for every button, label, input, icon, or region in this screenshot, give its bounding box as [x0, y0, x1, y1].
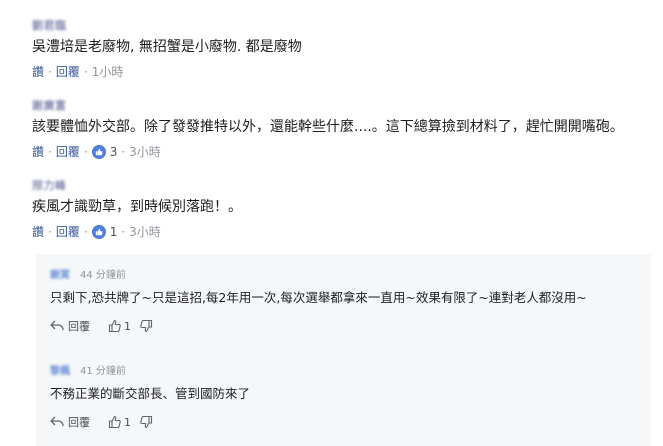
reply-author[interactable]: 謝寅 [50, 266, 70, 281]
reply-time: 44 分鐘前 [80, 270, 126, 281]
reply-arrow-icon [50, 320, 64, 332]
like-count[interactable]: 3 [110, 145, 118, 159]
reply-button-label: 回覆 [68, 416, 90, 429]
comment-author[interactable]: 劉君臨 [32, 17, 67, 33]
reply-text: 只剩下,恐共牌了~只是這招,每2年用一次,每次選舉都拿來一直用~效果有限了~連對… [50, 290, 587, 305]
reply-header: 謝寅 44 分鐘前 [50, 266, 643, 281]
reply-thread: 謝寅 44 分鐘前 只剩下,恐共牌了~只是這招,每2年用一次,每次選舉都拿來一直… [36, 254, 651, 446]
comment: 謝廣富 該要體恤外交部。除了發發推特以外，還能幹些什麼....。這下總算撿到材料… [32, 94, 655, 160]
like-button[interactable]: 1 [108, 319, 131, 333]
like-link[interactable]: 讚 [32, 63, 44, 80]
thumbs-up-icon [91, 144, 106, 159]
reply: 黎楓 41 分鐘前 不務正業的斷交部長、管到國防來了 回覆 1 [50, 362, 643, 430]
reply-button[interactable]: 回覆 [50, 318, 90, 334]
comment-author[interactable]: 邢力峰 [32, 177, 67, 193]
comment-actions: 讚 · 回覆 · 1 · 3小時 [32, 223, 655, 240]
thumbs-down-icon [139, 415, 153, 429]
comment-text: 吳澧培是老廢物, 無招蟹是小廢物. 都是廢物 [32, 39, 302, 55]
like-link[interactable]: 讚 [32, 223, 44, 240]
reply-author[interactable]: 黎楓 [50, 362, 70, 377]
comment-actions: 讚 · 回覆 · 1小時 [32, 63, 655, 80]
dislike-button[interactable] [139, 415, 153, 429]
comment-text: 該要體恤外交部。除了發發推特以外，還能幹些什麼....。這下總算撿到材料了，趕忙… [32, 119, 624, 135]
comment-text: 疾風才識勁草，到時候別落跑！。 [32, 199, 242, 215]
reply-actions: 回覆 1 [50, 318, 643, 334]
separator: · [121, 144, 126, 159]
comment-author[interactable]: 謝廣富 [32, 97, 67, 113]
thumbs-up-icon [108, 415, 122, 429]
reply-actions: 回覆 1 [50, 414, 643, 430]
thumbs-up-icon [108, 319, 122, 333]
separator: · [48, 144, 52, 159]
reply-link[interactable]: 回覆 [56, 143, 80, 160]
separator: · [83, 64, 88, 79]
reply-button-label: 回覆 [68, 320, 90, 333]
comment-actions: 讚 · 回覆 · 3 · 3小時 [32, 143, 655, 160]
thumbs-down-icon [139, 319, 153, 333]
like-link[interactable]: 讚 [32, 143, 44, 160]
reply-arrow-icon [50, 416, 64, 428]
reply-link[interactable]: 回覆 [56, 223, 80, 240]
reply-text: 不務正業的斷交部長、管到國防來了 [50, 386, 251, 401]
comment-time[interactable]: 3小時 [129, 223, 161, 240]
like-count: 1 [124, 319, 131, 333]
separator: · [48, 64, 52, 79]
separator: · [83, 144, 88, 159]
like-count[interactable]: 1 [110, 225, 118, 239]
comment: 邢力峰 疾風才識勁草，到時候別落跑！。 讚 · 回覆 · 1 · 3小時 [32, 174, 655, 240]
reply: 謝寅 44 分鐘前 只剩下,恐共牌了~只是這招,每2年用一次,每次選舉都拿來一直… [50, 266, 643, 334]
reply-button[interactable]: 回覆 [50, 414, 90, 430]
reply-header: 黎楓 41 分鐘前 [50, 362, 643, 377]
separator: · [83, 224, 88, 239]
like-button[interactable]: 1 [108, 415, 131, 429]
comment-time[interactable]: 1小時 [92, 63, 124, 80]
dislike-button[interactable] [139, 319, 153, 333]
reply-link[interactable]: 回覆 [56, 63, 80, 80]
separator: · [48, 224, 52, 239]
comment-time[interactable]: 3小時 [129, 143, 161, 160]
reply-time: 41 分鐘前 [80, 366, 126, 377]
thumbs-up-icon [91, 224, 106, 239]
separator: · [121, 224, 126, 239]
comment: 劉君臨 吳澧培是老廢物, 無招蟹是小廢物. 都是廢物 讚 · 回覆 · 1小時 [32, 14, 655, 80]
like-count: 1 [124, 415, 131, 429]
